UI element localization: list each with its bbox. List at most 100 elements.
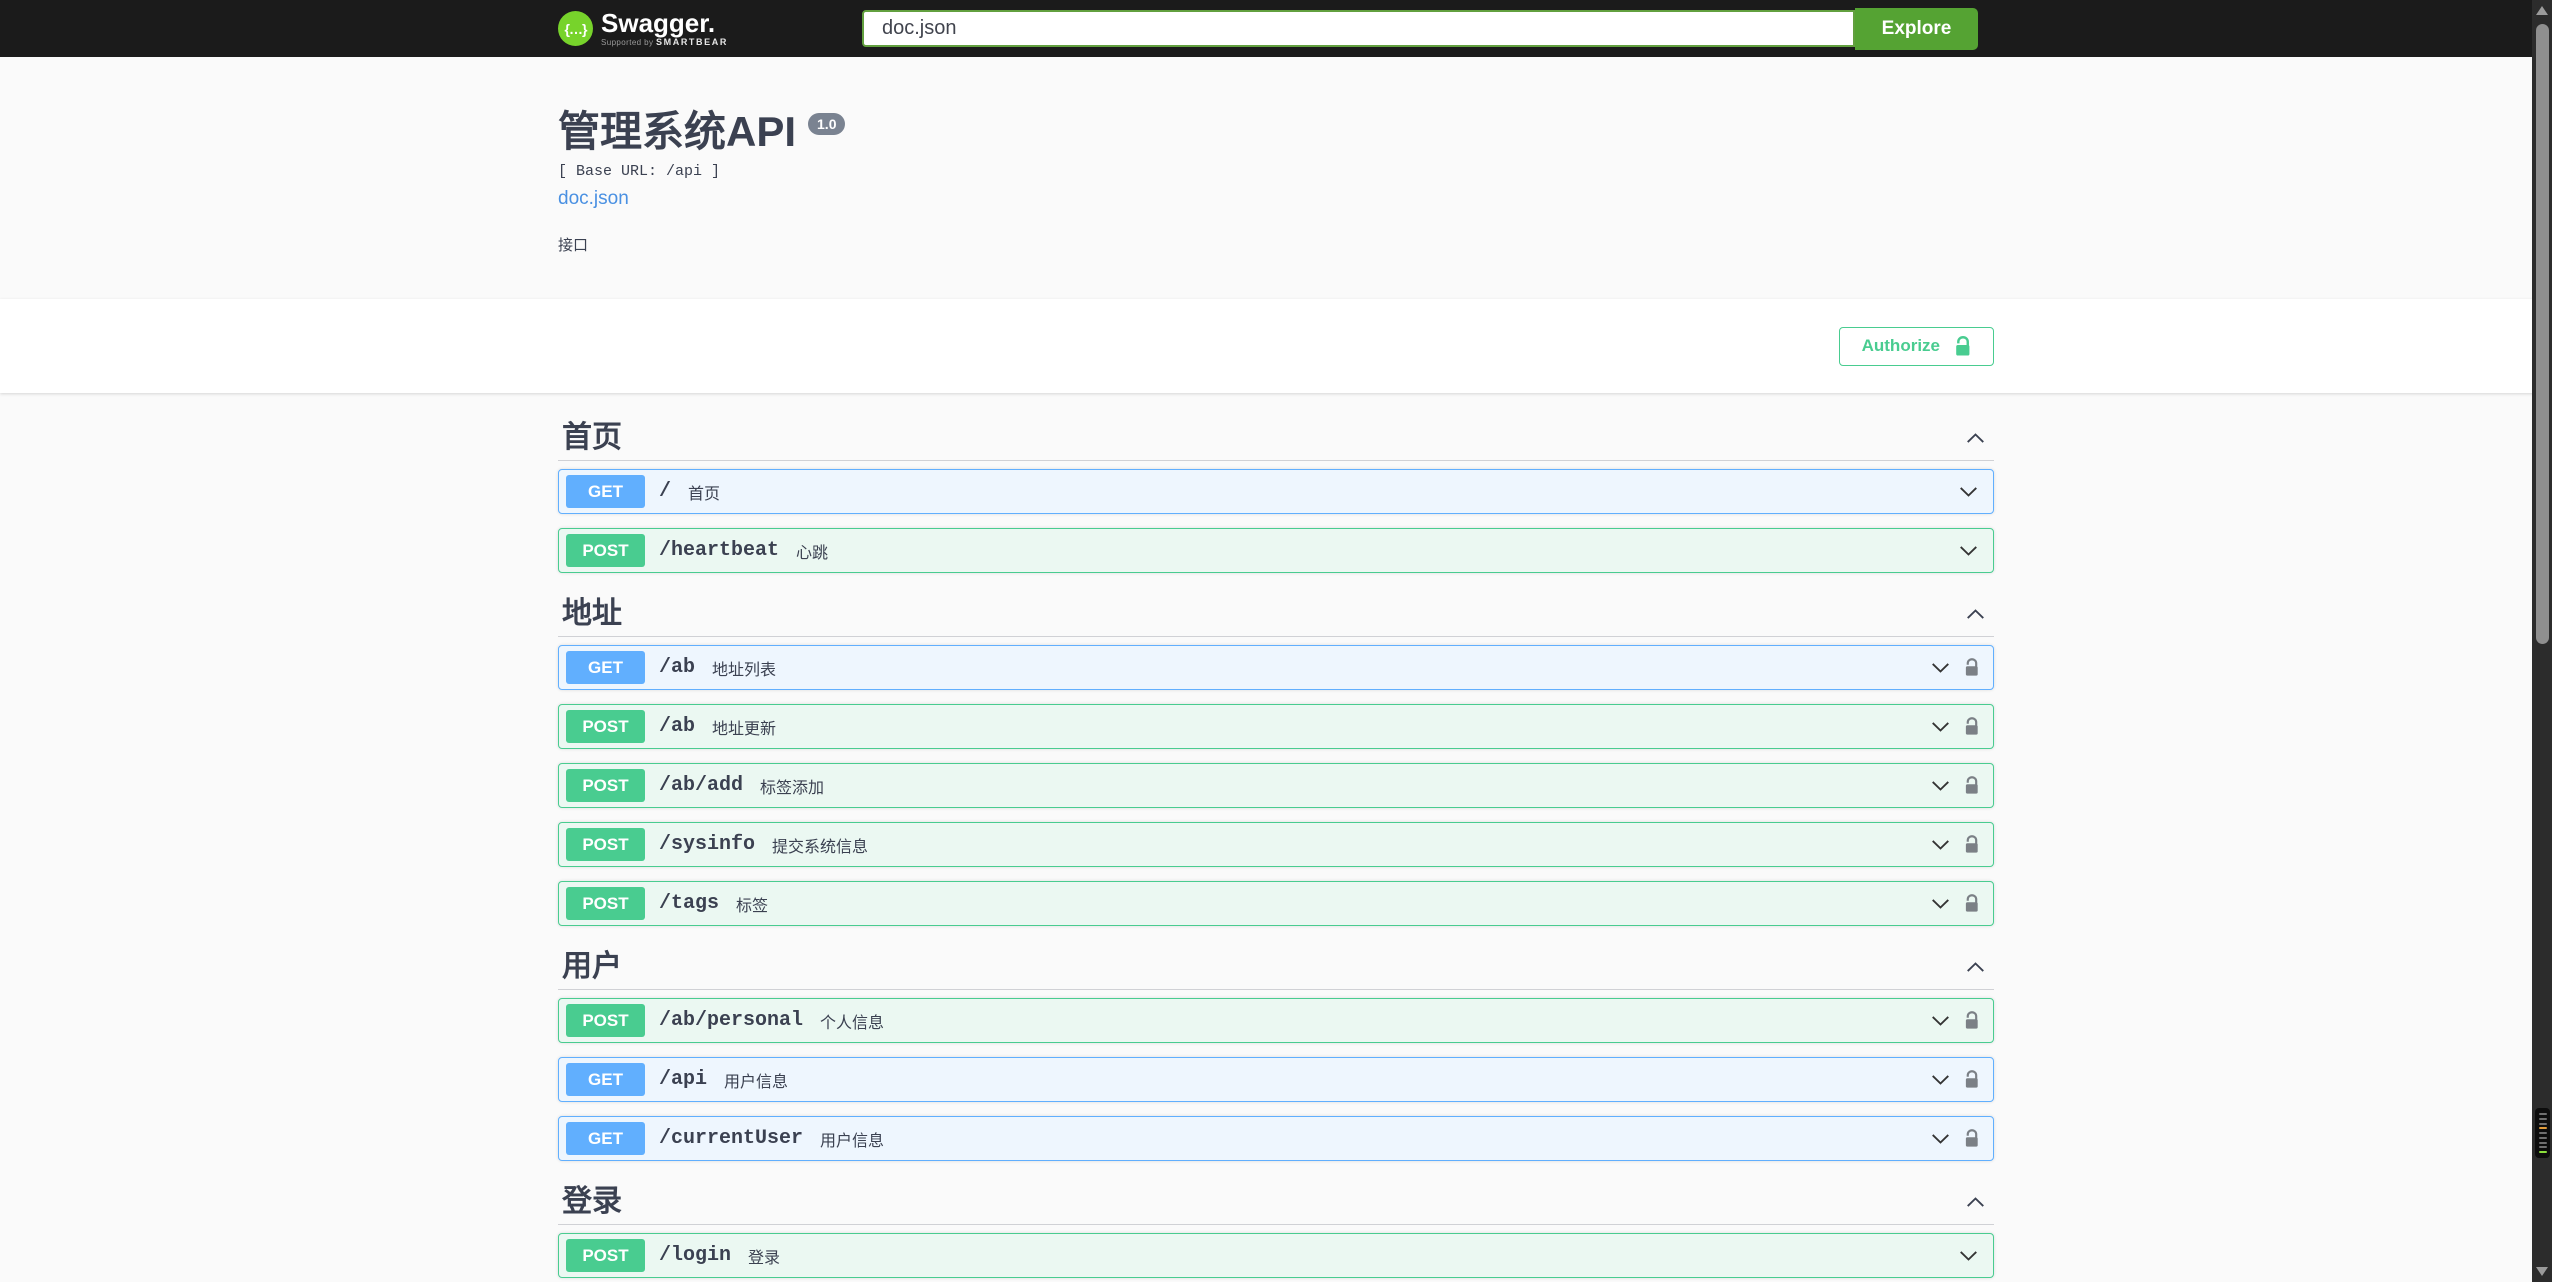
operation-path: /ab/add (659, 774, 744, 797)
chevron-down-icon[interactable] (1958, 540, 1979, 561)
chevron-up-icon[interactable] (1965, 428, 1986, 449)
operation-summary: 登录 (748, 1249, 781, 1267)
spec-url-input[interactable] (862, 10, 1855, 47)
scrollbar[interactable] (2532, 0, 2552, 1282)
lock-icon[interactable] (1964, 835, 1979, 854)
section-header[interactable]: 登录 (558, 1175, 1994, 1225)
operation-path: /currentUser (659, 1127, 804, 1150)
authorize-button[interactable]: Authorize (1838, 326, 1994, 366)
section-header[interactable]: 地址 (558, 587, 1994, 637)
lock-icon[interactable] (1964, 1129, 1979, 1148)
operation-controls (1930, 657, 1979, 678)
lock-icon[interactable] (1964, 658, 1979, 677)
chevron-down-icon[interactable] (1930, 1128, 1951, 1149)
operation-row[interactable]: POST/heartbeat 心跳 (558, 528, 1994, 573)
operation-path: /ab (659, 656, 696, 679)
scroll-up-arrow-icon[interactable] (2536, 6, 2548, 15)
spec-doc-link[interactable]: doc.json (558, 188, 629, 210)
operation-summary: 提交系统信息 (772, 838, 869, 856)
unlocked-padlock-icon (1954, 335, 1971, 357)
chevron-down-icon[interactable] (1930, 893, 1951, 914)
section-header[interactable]: 用户 (558, 940, 1994, 990)
operation-row[interactable]: POST/ab 地址更新 (558, 704, 1994, 749)
section-title: 地址 (562, 597, 622, 630)
operation-controls (1930, 1010, 1979, 1031)
scheme-container: Authorize (0, 299, 2552, 393)
scroll-down-arrow-icon[interactable] (2536, 1267, 2548, 1276)
lock-icon[interactable] (1964, 894, 1979, 913)
chevron-up-icon[interactable] (1965, 1192, 1986, 1213)
operation-row[interactable]: GET/api 用户信息 (558, 1057, 1994, 1102)
explore-form: Explore (862, 7, 1978, 50)
section-operations: GET / 首页 POST/heartbeat 心跳 (558, 461, 1994, 573)
explore-button[interactable]: Explore (1855, 7, 1978, 50)
operation-summary: 用户信息 (724, 1073, 789, 1091)
operation-summary: 用户信息 (820, 1132, 885, 1150)
brand-name: Swagger. (601, 8, 716, 38)
chevron-down-icon[interactable] (1930, 775, 1951, 796)
operation-summary: 个人信息 (820, 1014, 885, 1032)
section-operations: GET/ab 地址列表 POST/ab 地址更新 POST/ab/add 标签添加 POST… (558, 637, 1994, 926)
api-tag-section: 首页 GET / 首页 POST/heartbeat 心跳 (558, 411, 1994, 573)
section-title: 登录 (562, 1185, 622, 1218)
chevron-down-icon[interactable] (1930, 1069, 1951, 1090)
scrollbar-thumb[interactable] (2536, 24, 2549, 644)
operation-row[interactable]: POST/sysinfo 提交系统信息 (558, 822, 1994, 867)
operation-path: / (659, 480, 672, 503)
operation-summary: 地址列表 (712, 661, 777, 679)
brand-tagline: Supported by SMARTBEAR (601, 37, 728, 47)
operation-row[interactable]: POST/ab/personal 个人信息 (558, 998, 1994, 1043)
minimap-line (2539, 1117, 2547, 1120)
chevron-up-icon[interactable] (1965, 957, 1986, 978)
section-title: 用户 (562, 950, 622, 983)
lock-icon[interactable] (1964, 776, 1979, 795)
method-badge: GET (566, 475, 645, 508)
section-operations: POST/login登录POST/loginStatus登录状态 (558, 1225, 1994, 1282)
operation-row[interactable]: POST/ab/add 标签添加 (558, 763, 1994, 808)
scroll-minimap-widget[interactable] (2535, 1108, 2550, 1158)
method-badge: POST (566, 534, 645, 567)
section-operations: POST/ab/personal 个人信息 GET/api 用户信息 GET/curre… (558, 990, 1994, 1161)
chevron-down-icon[interactable] (1958, 481, 1979, 502)
smartbear-wordmark: SMARTBEAR (656, 37, 728, 47)
authorize-label: Authorize (1861, 336, 1940, 355)
minimap-line (2539, 1113, 2547, 1115)
operation-row[interactable]: GET/ab 地址列表 (558, 645, 1994, 690)
operation-row[interactable]: GET / 首页 (558, 469, 1994, 514)
chevron-down-icon[interactable] (1930, 1010, 1951, 1031)
operation-controls (1930, 1128, 1979, 1149)
api-tag-section: 地址 GET/ab 地址列表 POST/ab 地址更新 POST/ab/add 标签添加 PO… (558, 587, 1994, 926)
minimap-line (2539, 1141, 2547, 1144)
chevron-down-icon[interactable] (1930, 716, 1951, 737)
operation-row[interactable]: POST/tags 标签 (558, 881, 1994, 926)
lock-icon[interactable] (1964, 1070, 1979, 1089)
chevron-down-icon[interactable] (1930, 834, 1951, 855)
operation-path: /heartbeat (659, 539, 780, 562)
lock-icon[interactable] (1964, 1011, 1979, 1030)
section-header[interactable]: 首页 (558, 411, 1994, 461)
info-container: 管理系统API 1.0 [ Base URL: /api ] doc.json … (0, 57, 2552, 299)
operation-controls (1930, 1069, 1979, 1090)
operation-row[interactable]: GET/currentUser 用户信息 (558, 1116, 1994, 1161)
operation-controls (1958, 481, 1979, 502)
minimap-line (2539, 1151, 2547, 1153)
chevron-down-icon[interactable] (1958, 1245, 1979, 1266)
page-title: 管理系统API (558, 108, 797, 155)
method-badge: GET (566, 1122, 645, 1155)
operation-controls (1930, 893, 1979, 914)
section-title: 首页 (562, 421, 622, 454)
lock-icon[interactable] (1964, 717, 1979, 736)
operations-list: 首页 GET / 首页 POST/heartbeat 心跳地址 GET/ab 地址列表 POST… (558, 393, 1994, 1282)
operation-path: /api (659, 1068, 708, 1091)
topbar: {…} Swagger. Supported by SMARTBEAR Expl… (0, 0, 2552, 57)
operation-row[interactable]: POST/login 登录 (558, 1233, 1994, 1278)
api-title-row: 管理系统API 1.0 (558, 111, 1994, 153)
chevron-down-icon[interactable] (1930, 657, 1951, 678)
operation-controls (1958, 1245, 1979, 1266)
method-badge: POST (566, 887, 645, 920)
operation-path: /ab (659, 715, 696, 738)
operation-summary: 标签 (736, 897, 769, 915)
swagger-logo[interactable]: {…} Swagger. Supported by SMARTBEAR (558, 10, 728, 47)
chevron-up-icon[interactable] (1965, 604, 1986, 625)
operation-summary: 首页 (688, 485, 721, 503)
